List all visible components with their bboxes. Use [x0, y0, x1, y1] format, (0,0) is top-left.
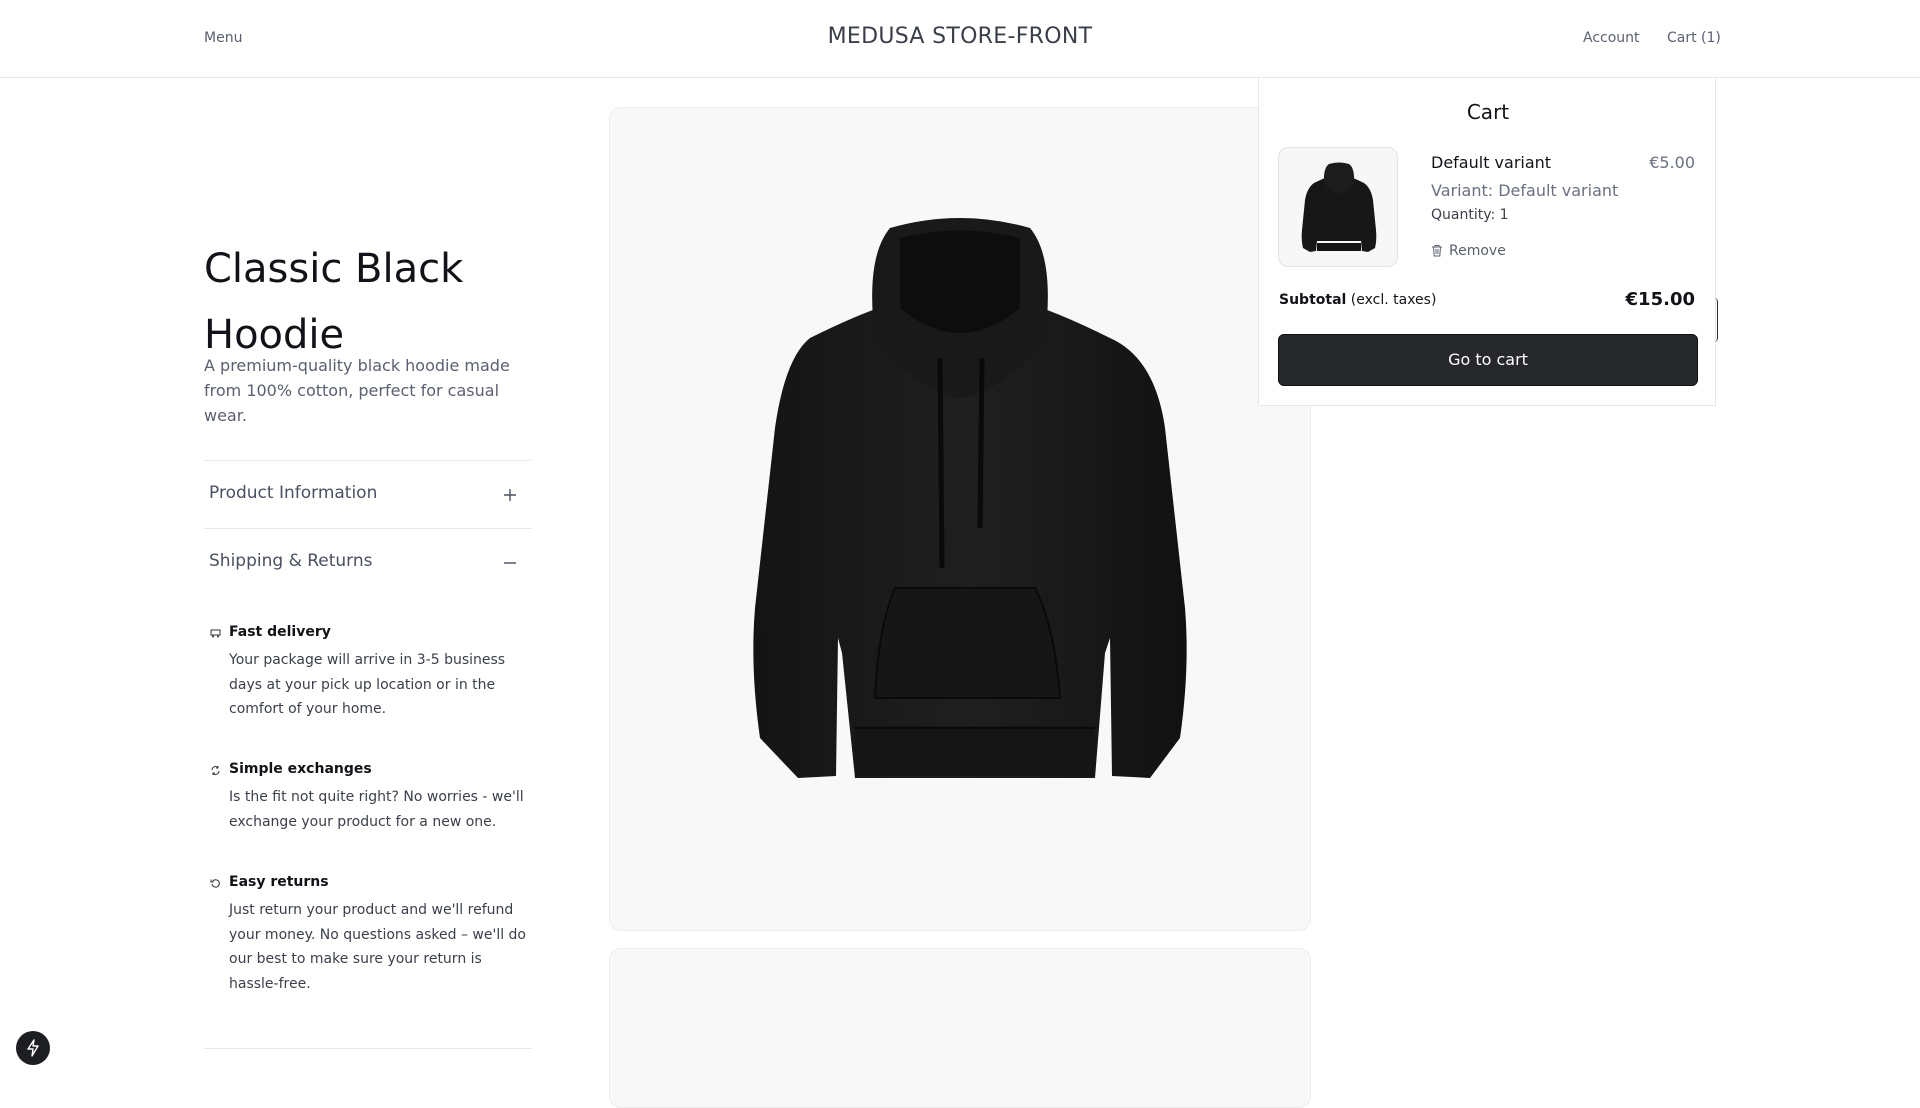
product-description: A premium-quality black hoodie made from…: [204, 356, 510, 425]
product-image-secondary: [609, 948, 1311, 1108]
cart-dropdown: Cart Default variant €5.00 Variant: Defa…: [1258, 78, 1716, 406]
cart-item-thumbnail[interactable]: [1278, 147, 1398, 267]
remove-item-button[interactable]: Remove: [1431, 243, 1506, 259]
exchange-icon: [210, 761, 221, 780]
return-icon: [210, 874, 221, 893]
product-title: Classic Black Hoodie: [204, 246, 464, 358]
cart-title: Cart: [1466, 100, 1510, 124]
accordion-label: Product Information: [209, 483, 378, 503]
accordion-product-information[interactable]: Product Information: [204, 460, 531, 528]
lightning-icon: [27, 1039, 39, 1057]
cart-item-price: €5.00: [1649, 153, 1695, 172]
feature-body: Just return your product and we'll refun…: [229, 902, 527, 992]
feature-title: Fast delivery: [229, 624, 331, 640]
trash-icon: [1432, 245, 1442, 257]
section-divider: [204, 1048, 531, 1049]
remove-label: Remove: [1449, 243, 1506, 259]
product-image-main: [609, 107, 1311, 931]
subtotal-note: (excl. taxes): [1350, 292, 1437, 308]
hoodie-image: [753, 218, 1187, 778]
accordion-label: Shipping & Returns: [209, 551, 373, 571]
feature-body: Your package will arrive in 3-5 business…: [229, 652, 506, 717]
add-to-cart-button-edge[interactable]: [1714, 298, 1718, 342]
site-header: Menu MEDUSA STORE-FRONT Account Cart (1): [0, 0, 1920, 78]
cart-item-quantity: Quantity: 1: [1431, 207, 1509, 223]
plus-icon[interactable]: [503, 487, 517, 506]
feature-title: Simple exchanges: [229, 761, 372, 777]
feature-title: Easy returns: [229, 874, 329, 890]
cart-item-variant: Variant: Default variant: [1431, 181, 1619, 200]
subtotal-value: €15.00: [1625, 289, 1695, 310]
feature-body: Is the fit not quite right? No worries -…: [229, 789, 524, 830]
go-to-cart-button[interactable]: Go to cart: [1278, 334, 1698, 386]
minus-icon[interactable]: [503, 555, 517, 574]
cart-link[interactable]: Cart (1): [1667, 30, 1721, 46]
dev-tools-button[interactable]: [16, 1031, 50, 1065]
account-link[interactable]: Account: [1583, 30, 1640, 46]
delivery-icon: [210, 624, 221, 643]
subtotal-label: Subtotal (excl. taxes): [1279, 292, 1436, 308]
cart-item-name[interactable]: Default variant: [1431, 153, 1551, 172]
subtotal-label-strong: Subtotal: [1279, 292, 1347, 308]
accordion-shipping-returns[interactable]: Shipping & Returns: [204, 528, 531, 596]
